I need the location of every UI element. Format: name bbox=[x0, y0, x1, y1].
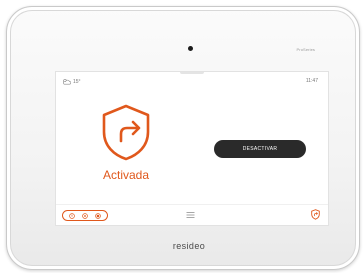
series-label: ProSeries bbox=[296, 47, 315, 52]
screen-notch bbox=[180, 72, 204, 74]
mode-away-icon[interactable] bbox=[68, 212, 75, 219]
camera-lens bbox=[188, 46, 193, 51]
temperature-readout: 15° bbox=[73, 78, 81, 85]
arming-mode-selector[interactable] bbox=[62, 210, 108, 221]
mode-night-icon[interactable] bbox=[95, 212, 102, 219]
security-state-indicator[interactable] bbox=[98, 102, 154, 162]
cloud-sun-icon bbox=[63, 79, 71, 85]
bottom-bar bbox=[56, 204, 328, 225]
mode-stay-icon[interactable] bbox=[82, 212, 88, 219]
brand-logo: resideo bbox=[172, 241, 206, 251]
weather-status[interactable]: 15° bbox=[62, 78, 81, 85]
shield-icon[interactable] bbox=[311, 209, 320, 220]
disarm-button[interactable]: DESACTIVAR bbox=[214, 140, 306, 158]
hamburger-menu-icon[interactable] bbox=[186, 211, 195, 219]
clock: 11:47 bbox=[305, 78, 318, 84]
security-state-label: Activada bbox=[102, 168, 150, 182]
shield-arrow-icon bbox=[102, 104, 150, 161]
touchscreen-display: 15° 11:47 Activada DESACTIVAR bbox=[55, 71, 329, 226]
touchscreen-device: ProSeries 15° 11:47 Activada DESACTIVAR bbox=[6, 6, 360, 270]
